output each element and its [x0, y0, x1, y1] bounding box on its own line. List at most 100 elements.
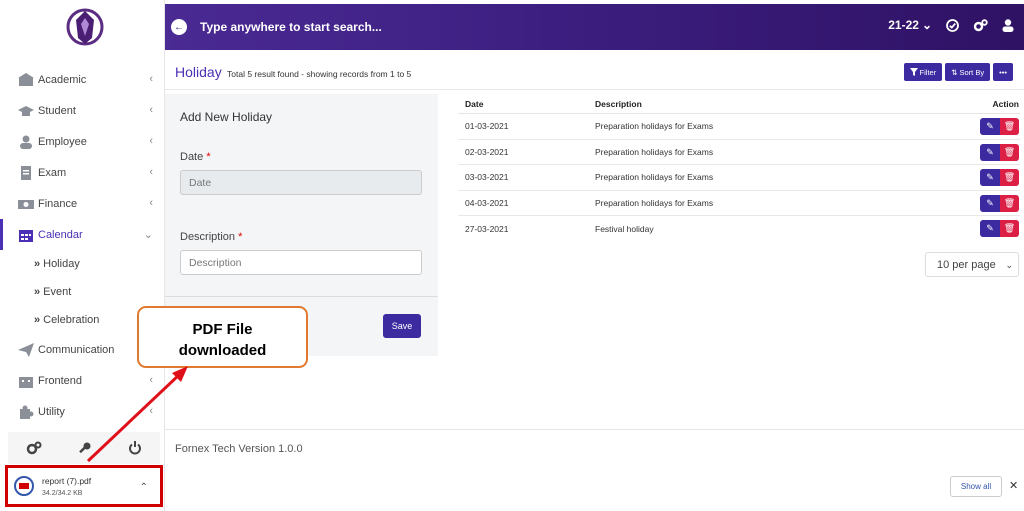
table-row: 01-03-2021 Preparation holidays for Exam…	[458, 114, 1020, 140]
chevron-left-icon: ‹	[149, 135, 153, 147]
trash-icon[interactable]: 🗑	[1000, 143, 1019, 161]
divider	[165, 296, 438, 297]
description-field[interactable]: Description	[180, 250, 422, 275]
edit-icon[interactable]: ✎	[980, 118, 1000, 135]
chevron-left-icon: ‹	[149, 104, 153, 116]
form-title: Add New Holiday	[180, 110, 273, 124]
sidebar: Academic ‹ Student ‹ Employee ‹ Exam ‹ F…	[0, 0, 165, 511]
divider	[165, 429, 1024, 430]
date-field[interactable]: Date	[180, 170, 422, 195]
column-header-action: Action	[992, 98, 1019, 109]
show-all-downloads-button[interactable]: Show all	[950, 476, 1002, 497]
sidebar-item-student[interactable]: Student ‹	[0, 95, 165, 126]
row-date: 27-03-2021	[465, 223, 509, 234]
document-icon	[21, 165, 31, 180]
column-header-description[interactable]: Description	[595, 99, 642, 109]
more-dots-icon: •••	[999, 67, 1007, 77]
edit-icon[interactable]: ✎	[980, 169, 1000, 186]
more-options-button[interactable]: •••	[993, 63, 1013, 81]
page-subtitle: Total 5 result found - showing records f…	[227, 69, 412, 79]
sidebar-item-calendar[interactable]: Calendar ⌄	[0, 219, 165, 250]
arrow-left-icon[interactable]: ←	[171, 19, 187, 35]
filter-icon	[909, 68, 918, 76]
session-dropdown[interactable]: 21-22 ⌄	[888, 18, 932, 32]
school-logo-icon[interactable]	[66, 6, 104, 48]
sidebar-nav: Academic ‹ Student ‹ Employee ‹ Exam ‹ F…	[0, 64, 165, 427]
sidebar-footer	[8, 432, 160, 464]
edit-icon[interactable]: ✎	[980, 220, 1000, 237]
session-label: 21-22	[888, 18, 919, 32]
sidebar-subitem-event[interactable]: » Event	[0, 278, 165, 306]
per-page-select[interactable]: 10 per page ⌄	[925, 252, 1019, 277]
sidebar-item-utility[interactable]: Utility ‹	[0, 396, 165, 427]
sidebar-item-label: Utility	[38, 405, 65, 418]
column-header-date[interactable]: Date	[465, 99, 483, 109]
save-button[interactable]: Save	[383, 314, 421, 338]
academic-icon	[18, 72, 34, 86]
sidebar-item-academic[interactable]: Academic ‹	[0, 64, 165, 95]
settings-cogs-icon[interactable]	[26, 441, 42, 455]
sidebar-subitem-holiday[interactable]: » Holiday	[0, 250, 165, 278]
key-icon[interactable]	[78, 441, 92, 455]
power-icon[interactable]	[128, 441, 142, 455]
trash-icon[interactable]: 🗑	[1000, 169, 1019, 186]
edit-icon[interactable]: ✎	[980, 143, 1000, 161]
graduation-cap-icon	[18, 105, 34, 116]
holiday-table: Date Description Action 01-03-2021 Prepa…	[458, 94, 1020, 242]
building-icon	[19, 376, 33, 388]
double-chevron-icon: »	[34, 314, 41, 326]
user-icon	[20, 135, 32, 149]
trash-icon[interactable]: 🗑	[1000, 220, 1019, 237]
sidebar-item-frontend[interactable]: Frontend ‹	[0, 365, 165, 396]
download-file-name: report (7).pdf	[42, 475, 92, 486]
divider	[165, 89, 1024, 90]
download-item[interactable]: report (7).pdf 34.2/34.2 KB ⌃	[5, 465, 163, 507]
table-row: 04-03-2021 Preparation holidays for Exam…	[458, 191, 1020, 216]
table-header: Date Description Action	[458, 94, 1020, 114]
row-date: 03-03-2021	[465, 172, 509, 183]
double-chevron-icon: »	[34, 286, 41, 298]
annotation-callout: PDF File downloaded	[137, 306, 308, 368]
sidebar-item-label: Student	[38, 104, 76, 117]
chevron-up-icon[interactable]: ⌃	[140, 482, 148, 493]
topbar-actions: 21-22 ⌄	[874, 18, 1014, 32]
sidebar-item-finance[interactable]: Finance ‹	[0, 188, 165, 219]
chevron-down-icon: ⌄	[1005, 260, 1013, 270]
table-row: 02-03-2021 Preparation holidays for Exam…	[458, 140, 1020, 165]
sidebar-item-label: Finance	[38, 197, 78, 210]
chevron-down-icon: ⌄	[143, 229, 153, 241]
row-description: Preparation holidays for Exams	[595, 197, 714, 208]
trash-icon[interactable]: 🗑	[1000, 118, 1019, 135]
puzzle-icon	[20, 405, 34, 419]
row-date: 02-03-2021	[465, 146, 509, 157]
sidebar-item-label: Calendar	[38, 228, 83, 241]
sidebar-item-employee[interactable]: Employee ‹	[0, 126, 165, 157]
sidebar-subitem-label: Holiday	[43, 258, 80, 270]
chevron-left-icon: ‹	[149, 374, 153, 386]
chevron-left-icon: ‹	[149, 197, 153, 209]
date-label: Date *	[180, 151, 211, 163]
sidebar-item-exam[interactable]: Exam ‹	[0, 157, 165, 188]
row-date: 04-03-2021	[465, 197, 509, 208]
row-date: 01-03-2021	[465, 121, 509, 132]
filter-label: Filter	[919, 67, 937, 77]
sort-by-button[interactable]: ⇅ Sort By	[945, 63, 991, 81]
check-circle-icon[interactable]	[946, 18, 959, 32]
user-icon[interactable]	[1002, 18, 1014, 32]
global-search-input[interactable]: Type anywhere to start search...	[200, 20, 382, 34]
callout-line-1: PDF File	[192, 321, 253, 338]
table-row: 03-03-2021 Preparation holidays for Exam…	[458, 165, 1020, 191]
sidebar-item-label: Frontend	[38, 374, 83, 387]
edit-icon[interactable]: ✎	[980, 194, 1000, 212]
required-mark: *	[206, 151, 211, 163]
pdf-file-icon	[14, 476, 34, 496]
close-icon[interactable]: ✕	[1009, 479, 1018, 492]
chevron-down-icon: ⌄	[921, 18, 932, 32]
settings-cogs-icon[interactable]	[973, 18, 988, 32]
filter-button[interactable]: Filter	[903, 63, 943, 81]
sidebar-item-label: Exam	[38, 166, 67, 179]
chevron-left-icon: ‹	[149, 73, 153, 85]
trash-icon[interactable]: 🗑	[1000, 194, 1019, 212]
sidebar-item-label: Communication	[38, 343, 115, 356]
paper-plane-icon	[18, 342, 34, 357]
